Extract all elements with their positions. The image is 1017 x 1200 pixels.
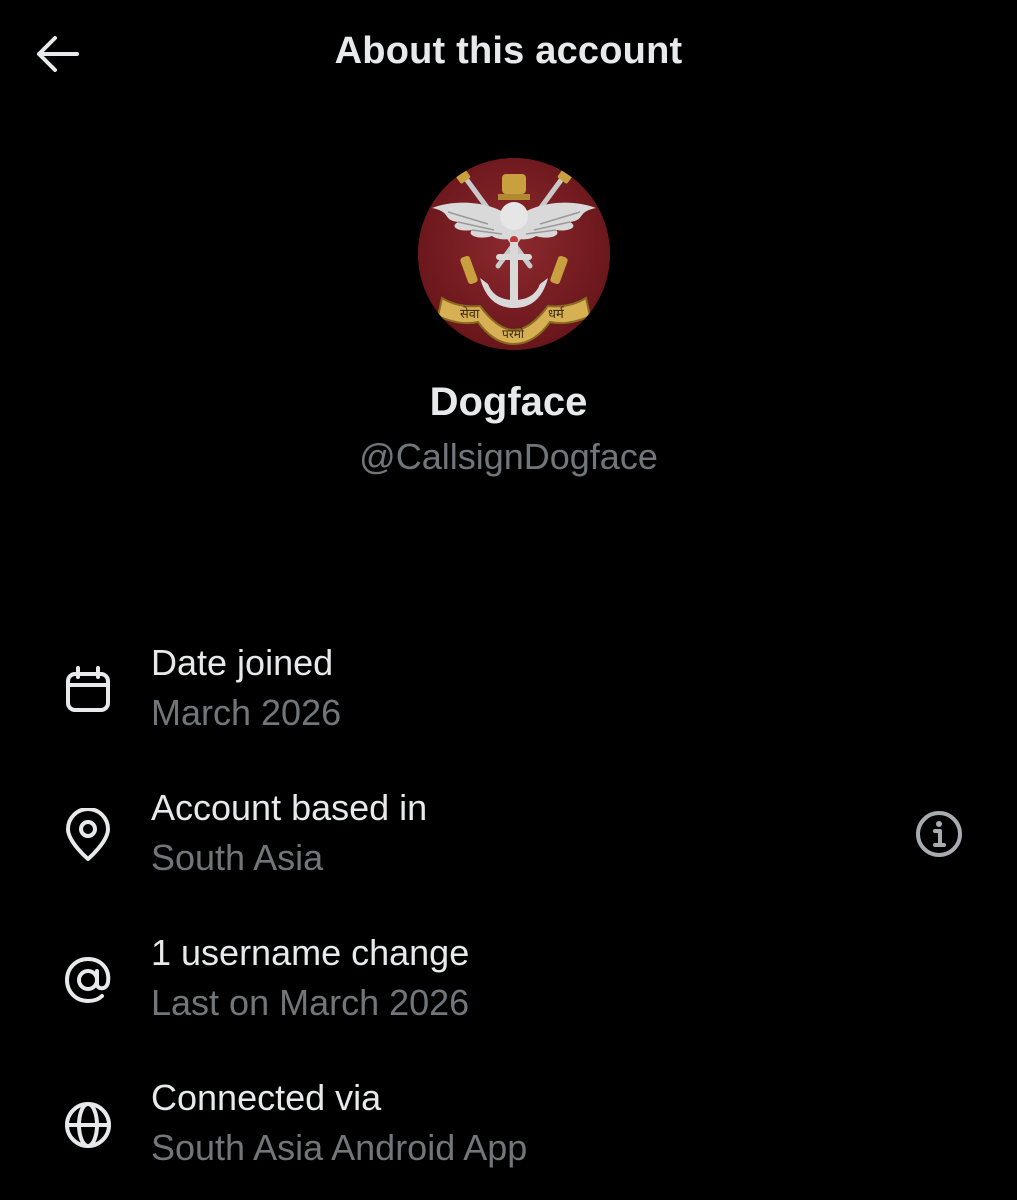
location-pin-icon (60, 807, 116, 863)
military-emblem-icon: सेवा परमो धर्म (418, 158, 610, 350)
row-username-change: 1 username change Last on March 2026 (0, 932, 1017, 1042)
info-button[interactable] (910, 805, 968, 863)
profile-name: Dogface (429, 380, 588, 424)
at-sign-icon (60, 952, 116, 1008)
row-account-based-in: Account based in South Asia (0, 787, 1017, 897)
emblem-motto-left: सेवा (460, 306, 480, 322)
emblem-motto-right: धर्म (548, 306, 565, 322)
info-icon (916, 811, 962, 857)
globe-icon (60, 1097, 116, 1153)
row-subtitle: South Asia Android App (151, 1127, 528, 1168)
row-title: Connected via (151, 1077, 382, 1118)
row-connected-via: Connected via South Asia Android App (0, 1077, 1017, 1187)
row-subtitle: South Asia (151, 837, 324, 878)
row-date-joined: Date joined March 2026 (0, 642, 1017, 752)
profile-avatar[interactable]: सेवा परमो धर्म (418, 158, 610, 350)
calendar-icon (60, 662, 116, 718)
profile-handle: @CallsignDogface (359, 436, 658, 477)
row-title: 1 username change (151, 932, 470, 973)
row-title: Account based in (151, 787, 428, 828)
row-subtitle: Last on March 2026 (151, 982, 470, 1023)
top-bar: About this account (0, 0, 1017, 110)
row-title: Date joined (151, 642, 334, 683)
page-title: About this account (334, 30, 683, 72)
emblem-motto-center: परमो (502, 327, 525, 341)
row-subtitle: March 2026 (151, 692, 342, 733)
